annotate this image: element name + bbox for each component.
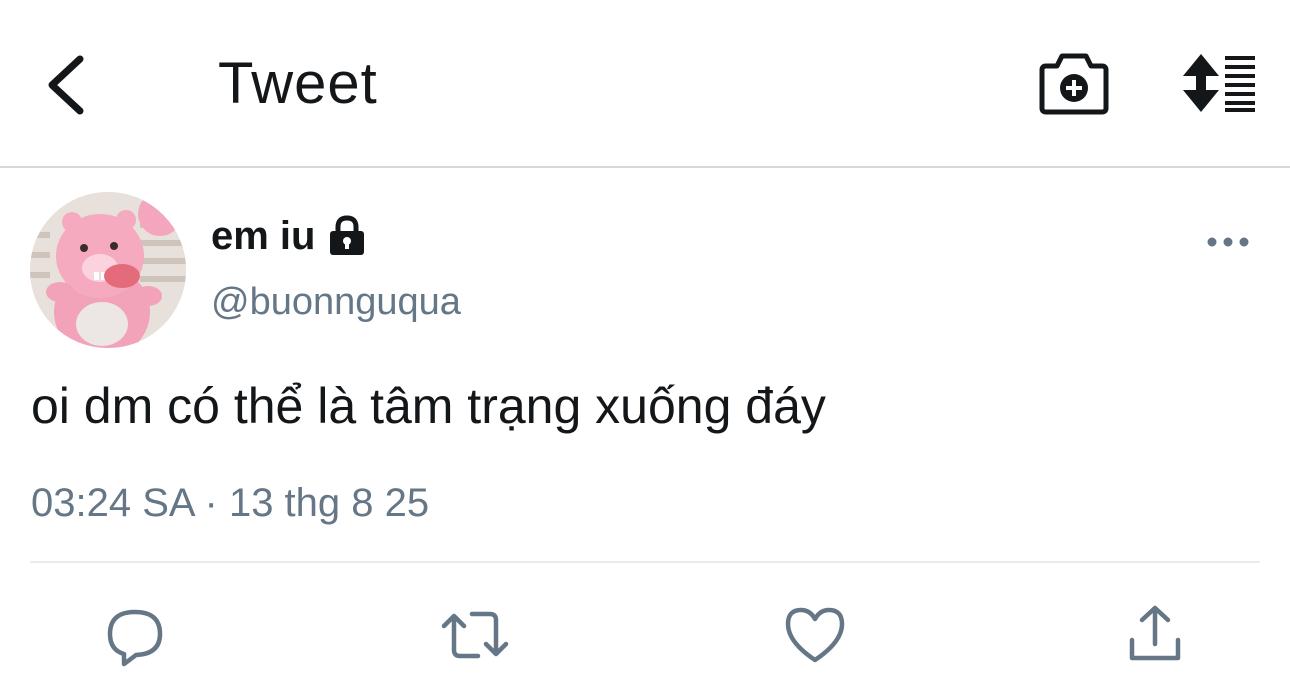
- top-bar: Tweet: [0, 0, 1290, 168]
- more-dots-icon: [1207, 237, 1249, 247]
- lock-icon: [325, 214, 369, 258]
- reply-button[interactable]: [100, 600, 170, 670]
- like-button[interactable]: [780, 600, 850, 670]
- back-button[interactable]: [30, 45, 110, 125]
- retweet-button[interactable]: [440, 600, 510, 670]
- camera-button[interactable]: [1036, 48, 1112, 118]
- divider: [30, 561, 1260, 563]
- tweet-timestamp: 03:24 SA · 13 thg 8 25: [31, 478, 429, 528]
- sort-button[interactable]: [1175, 50, 1261, 116]
- share-icon: [1129, 605, 1181, 661]
- retweet-icon: [441, 611, 509, 659]
- camera-add-icon: [1039, 53, 1109, 115]
- share-button[interactable]: [1120, 600, 1190, 670]
- user-handle[interactable]: @buonnguqua: [211, 278, 461, 326]
- display-name[interactable]: em iu: [211, 208, 315, 264]
- chevron-left-icon: [48, 55, 84, 115]
- tweet-date: 13 thg 8 25: [228, 481, 430, 525]
- tweet-text: oi dm có thể là tâm trạng xuống đáy: [31, 378, 826, 434]
- more-options-button[interactable]: [1200, 222, 1256, 262]
- page-title: Tweet: [218, 51, 378, 116]
- author-name-row: em iu: [211, 208, 369, 264]
- reply-icon: [107, 609, 163, 667]
- tweet-time: 03:24 SA: [31, 481, 194, 525]
- timestamp-separator: ·: [204, 481, 218, 525]
- sort-list-icon: [1183, 54, 1255, 112]
- pink-bear-avatar: [30, 192, 186, 348]
- avatar[interactable]: [30, 192, 186, 348]
- like-icon: [785, 607, 845, 663]
